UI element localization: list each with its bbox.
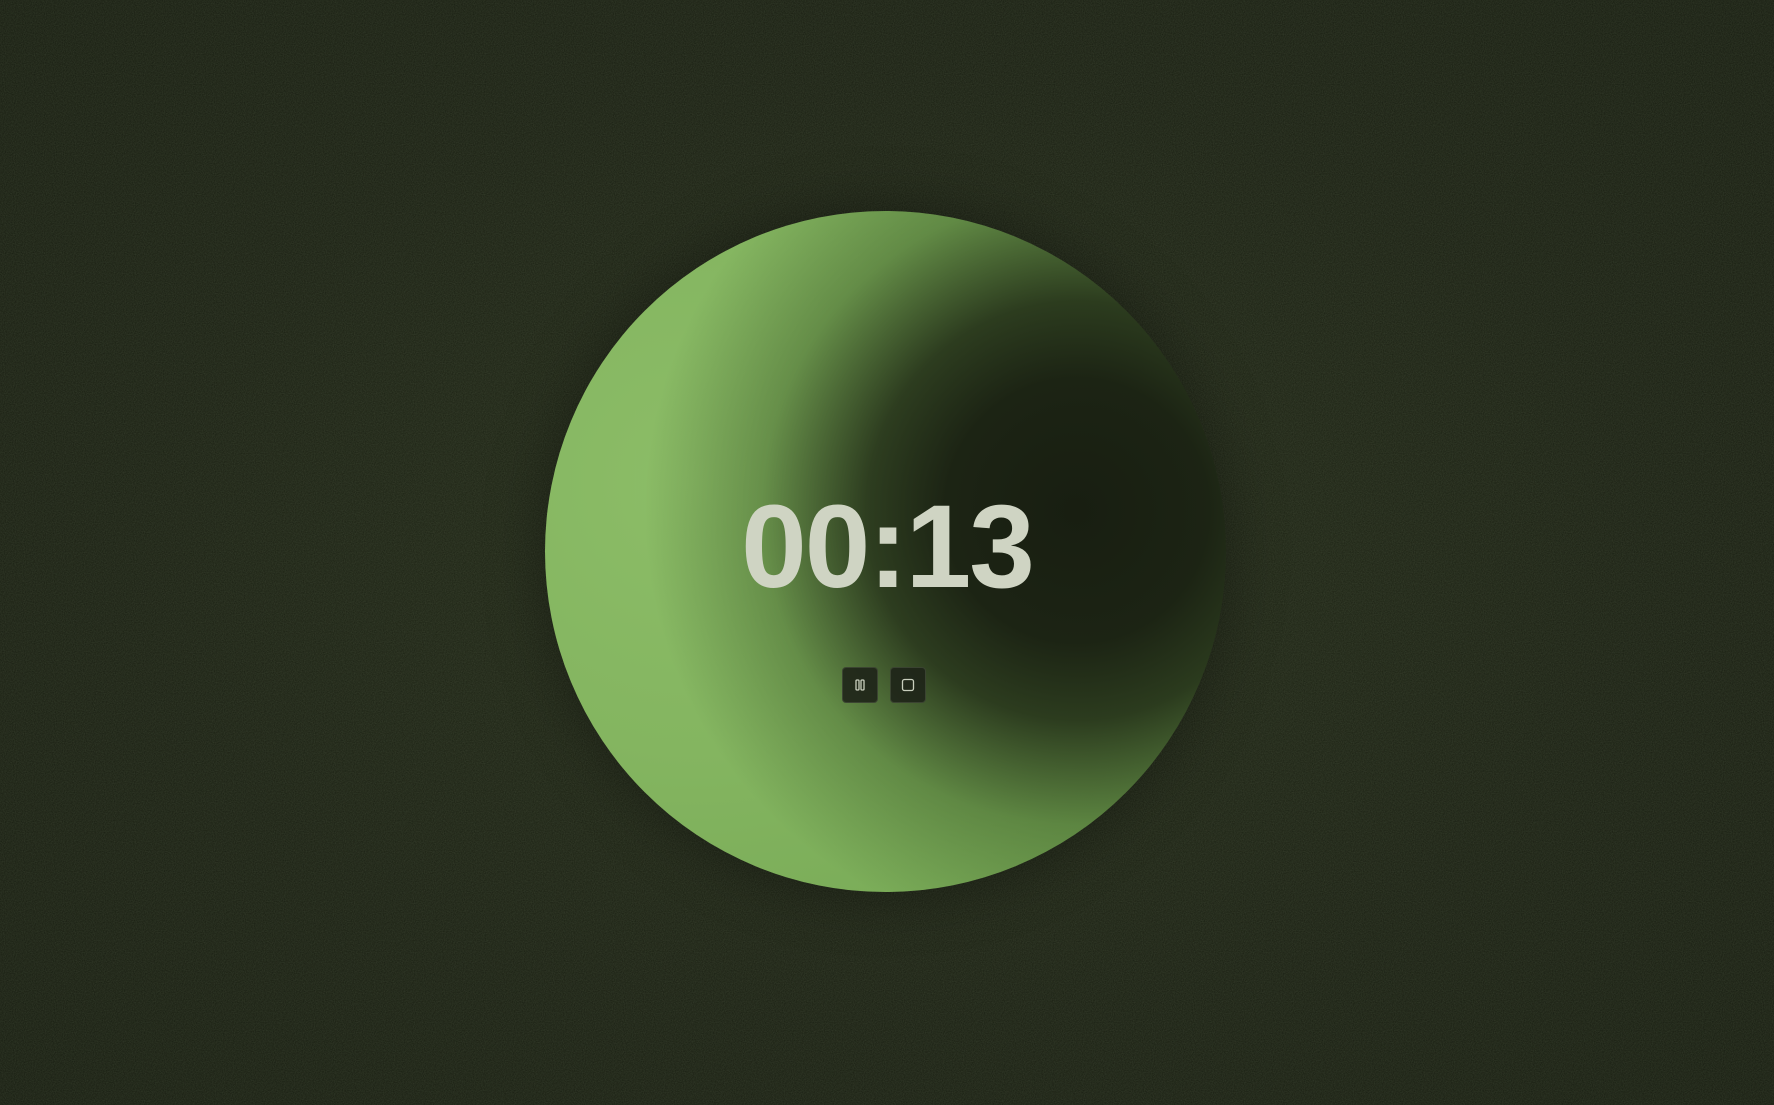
timer-controls <box>842 667 926 703</box>
timer-screen: 00:13 <box>0 0 1774 1105</box>
stop-button[interactable] <box>890 667 926 703</box>
timer-display: 00:13 <box>741 481 1035 613</box>
pause-button[interactable] <box>842 667 878 703</box>
stop-icon <box>901 678 915 692</box>
pause-icon <box>855 679 865 691</box>
